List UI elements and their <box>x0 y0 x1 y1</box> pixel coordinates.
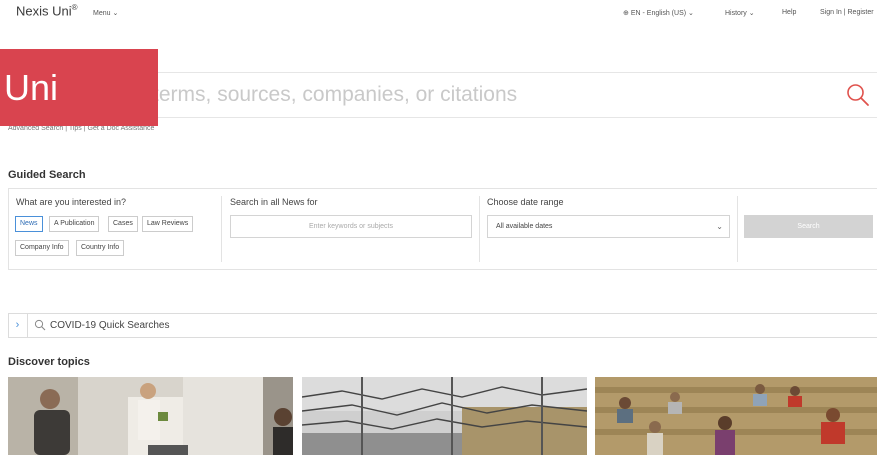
guided-search-button[interactable]: Search <box>744 215 873 238</box>
topic-card-education[interactable] <box>595 377 877 455</box>
guided-search-title: Guided Search <box>8 169 86 181</box>
barbed-wire-image <box>302 377 587 455</box>
chip-law-reviews[interactable]: Law Reviews <box>142 216 194 232</box>
chevron-down-icon: ⌄ <box>716 222 723 231</box>
search-input[interactable]: Enter terms, sources, companies, or cita… <box>97 83 517 107</box>
chip-news[interactable]: News <box>15 216 43 232</box>
chip-publication[interactable]: A Publication <box>49 216 100 232</box>
date-range-label: Choose date range <box>487 197 564 207</box>
date-range-value: All available dates <box>496 223 553 230</box>
logo-text: Nexis Uni <box>16 3 72 19</box>
language-label: EN - English (US) <box>630 10 687 17</box>
chip-cases[interactable]: Cases <box>108 216 138 232</box>
chevron-down-icon: ⌄ <box>688 10 694 17</box>
date-range-select[interactable]: All available dates ⌄ <box>487 215 730 238</box>
nexis-uni-logo[interactable]: Nexis Uni® <box>16 3 78 18</box>
keywords-input[interactable]: Enter keywords or subjects <box>230 215 472 238</box>
column-divider <box>479 196 480 262</box>
sign-in-link[interactable]: Sign In | Register <box>820 9 874 16</box>
help-link[interactable]: Help <box>782 9 796 16</box>
topic-card-business[interactable] <box>8 377 293 455</box>
logo-mark: ® <box>71 3 78 12</box>
globe-icon: ⊕ <box>623 10 629 17</box>
column-divider <box>737 196 738 262</box>
search-icon <box>34 319 46 331</box>
language-selector[interactable]: ⊕ EN - English (US) ⌄ <box>623 9 694 17</box>
chevron-down-icon: ⌄ <box>112 10 119 17</box>
keywords-label: Search in all News for <box>230 197 318 207</box>
discover-topics-title: Discover topics <box>8 356 90 368</box>
lecture-hall-image <box>595 377 877 455</box>
chevron-down-icon: ⌄ <box>748 10 755 17</box>
topic-card-immigration[interactable] <box>302 377 587 455</box>
chip-company-info[interactable]: Company Info <box>15 240 69 256</box>
chip-country-info[interactable]: Country Info <box>76 240 125 256</box>
menu-label: Menu <box>93 10 111 17</box>
uni-badge: Uni <box>0 49 158 126</box>
menu-button[interactable]: Menu ⌄ <box>93 9 118 17</box>
covid-quick-searches-label: COVID-19 Quick Searches <box>50 320 170 331</box>
chevron-right-icon[interactable]: › <box>8 313 28 338</box>
office-meeting-image <box>8 377 293 455</box>
history-label: History <box>725 10 747 17</box>
history-menu[interactable]: History ⌄ <box>725 9 755 17</box>
search-help-links[interactable]: Advanced Search | Tips | Get a Doc Assis… <box>8 125 154 132</box>
column-divider <box>221 196 222 262</box>
interest-label: What are you interested in? <box>16 197 127 207</box>
search-icon[interactable] <box>845 82 871 108</box>
